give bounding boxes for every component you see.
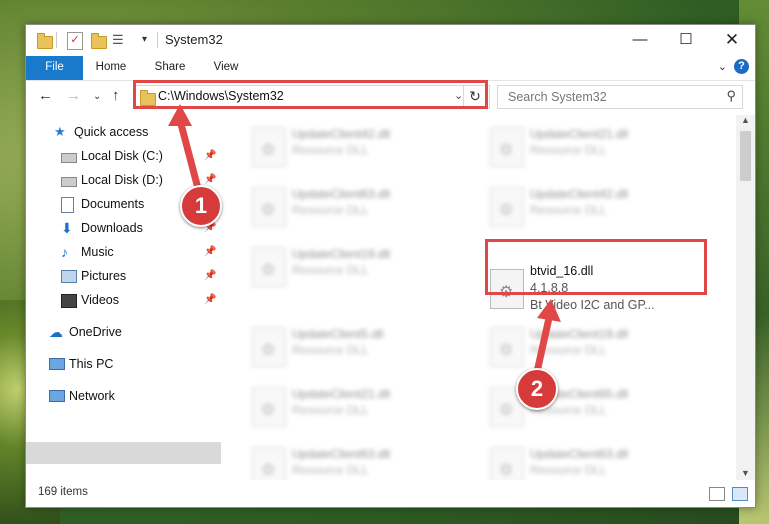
step-badge-1: 1 — [180, 185, 222, 227]
arrow-2-shaft — [533, 317, 553, 373]
annotation-arrows — [168, 104, 561, 373]
arrow-1-head — [168, 104, 192, 126]
step-badge-2: 2 — [516, 368, 558, 410]
